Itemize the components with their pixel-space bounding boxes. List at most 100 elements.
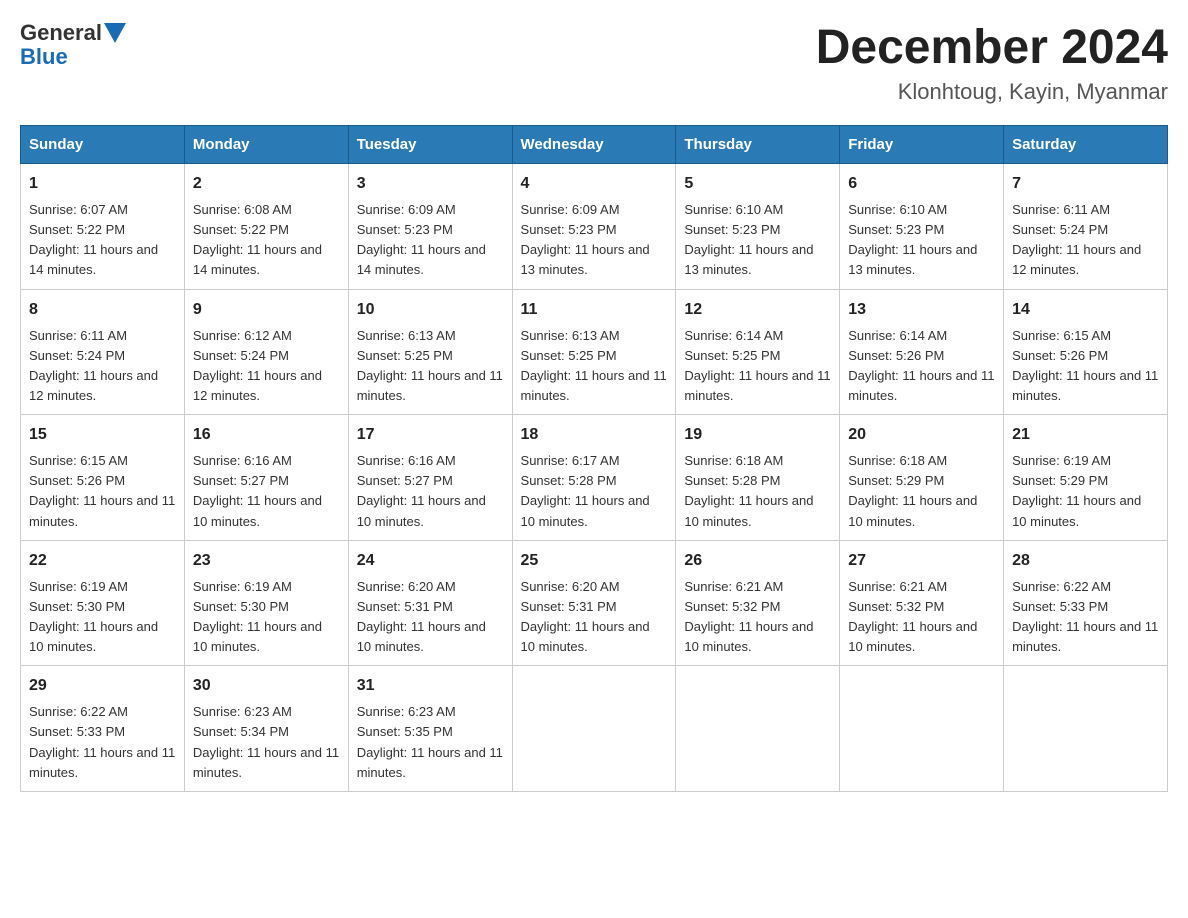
- day-number: 14: [1012, 298, 1159, 322]
- calendar-cell: 6 Sunrise: 6:10 AMSunset: 5:23 PMDayligh…: [840, 164, 1004, 290]
- day-number: 21: [1012, 423, 1159, 447]
- calendar-table: SundayMondayTuesdayWednesdayThursdayFrid…: [20, 125, 1168, 792]
- day-info: Sunrise: 6:23 AMSunset: 5:34 PMDaylight:…: [193, 704, 339, 779]
- calendar-cell: 24 Sunrise: 6:20 AMSunset: 5:31 PMDaylig…: [348, 540, 512, 666]
- day-number: 1: [29, 172, 176, 196]
- day-info: Sunrise: 6:18 AMSunset: 5:29 PMDaylight:…: [848, 453, 977, 528]
- calendar-cell: 31 Sunrise: 6:23 AMSunset: 5:35 PMDaylig…: [348, 666, 512, 792]
- day-number: 8: [29, 298, 176, 322]
- day-info: Sunrise: 6:22 AMSunset: 5:33 PMDaylight:…: [29, 704, 175, 779]
- calendar-cell: 13 Sunrise: 6:14 AMSunset: 5:26 PMDaylig…: [840, 289, 1004, 415]
- calendar-cell: 11 Sunrise: 6:13 AMSunset: 5:25 PMDaylig…: [512, 289, 676, 415]
- day-info: Sunrise: 6:11 AMSunset: 5:24 PMDaylight:…: [1012, 202, 1141, 277]
- day-info: Sunrise: 6:13 AMSunset: 5:25 PMDaylight:…: [357, 328, 503, 403]
- day-number: 10: [357, 298, 504, 322]
- calendar-cell: 16 Sunrise: 6:16 AMSunset: 5:27 PMDaylig…: [184, 415, 348, 541]
- header-saturday: Saturday: [1004, 126, 1168, 164]
- day-info: Sunrise: 6:19 AMSunset: 5:30 PMDaylight:…: [29, 579, 158, 654]
- calendar-header-row: SundayMondayTuesdayWednesdayThursdayFrid…: [21, 126, 1168, 164]
- day-info: Sunrise: 6:16 AMSunset: 5:27 PMDaylight:…: [193, 453, 322, 528]
- day-number: 20: [848, 423, 995, 447]
- day-number: 24: [357, 549, 504, 573]
- calendar-cell: [1004, 666, 1168, 792]
- day-info: Sunrise: 6:17 AMSunset: 5:28 PMDaylight:…: [521, 453, 650, 528]
- day-info: Sunrise: 6:10 AMSunset: 5:23 PMDaylight:…: [848, 202, 977, 277]
- day-number: 9: [193, 298, 340, 322]
- header-thursday: Thursday: [676, 126, 840, 164]
- calendar-cell: 20 Sunrise: 6:18 AMSunset: 5:29 PMDaylig…: [840, 415, 1004, 541]
- calendar-cell: 19 Sunrise: 6:18 AMSunset: 5:28 PMDaylig…: [676, 415, 840, 541]
- header-monday: Monday: [184, 126, 348, 164]
- calendar-cell: 29 Sunrise: 6:22 AMSunset: 5:33 PMDaylig…: [21, 666, 185, 792]
- calendar-cell: 18 Sunrise: 6:17 AMSunset: 5:28 PMDaylig…: [512, 415, 676, 541]
- calendar-cell: 7 Sunrise: 6:11 AMSunset: 5:24 PMDayligh…: [1004, 164, 1168, 290]
- location-title: Klonhtoug, Kayin, Myanmar: [816, 79, 1168, 105]
- day-info: Sunrise: 6:22 AMSunset: 5:33 PMDaylight:…: [1012, 579, 1158, 654]
- day-number: 29: [29, 674, 176, 698]
- day-number: 28: [1012, 549, 1159, 573]
- calendar-cell: 22 Sunrise: 6:19 AMSunset: 5:30 PMDaylig…: [21, 540, 185, 666]
- title-section: December 2024 Klonhtoug, Kayin, Myanmar: [816, 20, 1168, 105]
- logo: General Blue: [20, 20, 126, 70]
- day-number: 13: [848, 298, 995, 322]
- calendar-cell: 4 Sunrise: 6:09 AMSunset: 5:23 PMDayligh…: [512, 164, 676, 290]
- day-info: Sunrise: 6:20 AMSunset: 5:31 PMDaylight:…: [521, 579, 650, 654]
- day-info: Sunrise: 6:07 AMSunset: 5:22 PMDaylight:…: [29, 202, 158, 277]
- week-row-1: 1 Sunrise: 6:07 AMSunset: 5:22 PMDayligh…: [21, 164, 1168, 290]
- header-tuesday: Tuesday: [348, 126, 512, 164]
- logo-triangle-icon: [104, 23, 126, 43]
- day-number: 31: [357, 674, 504, 698]
- week-row-2: 8 Sunrise: 6:11 AMSunset: 5:24 PMDayligh…: [21, 289, 1168, 415]
- day-number: 3: [357, 172, 504, 196]
- day-info: Sunrise: 6:23 AMSunset: 5:35 PMDaylight:…: [357, 704, 503, 779]
- day-number: 12: [684, 298, 831, 322]
- calendar-cell: 10 Sunrise: 6:13 AMSunset: 5:25 PMDaylig…: [348, 289, 512, 415]
- calendar-cell: 25 Sunrise: 6:20 AMSunset: 5:31 PMDaylig…: [512, 540, 676, 666]
- header-wednesday: Wednesday: [512, 126, 676, 164]
- day-number: 4: [521, 172, 668, 196]
- calendar-cell: [840, 666, 1004, 792]
- day-info: Sunrise: 6:14 AMSunset: 5:26 PMDaylight:…: [848, 328, 994, 403]
- calendar-cell: 5 Sunrise: 6:10 AMSunset: 5:23 PMDayligh…: [676, 164, 840, 290]
- logo-blue: Blue: [20, 44, 68, 70]
- day-number: 15: [29, 423, 176, 447]
- day-info: Sunrise: 6:13 AMSunset: 5:25 PMDaylight:…: [521, 328, 667, 403]
- day-number: 22: [29, 549, 176, 573]
- calendar-cell: 2 Sunrise: 6:08 AMSunset: 5:22 PMDayligh…: [184, 164, 348, 290]
- day-info: Sunrise: 6:21 AMSunset: 5:32 PMDaylight:…: [848, 579, 977, 654]
- day-number: 27: [848, 549, 995, 573]
- day-info: Sunrise: 6:12 AMSunset: 5:24 PMDaylight:…: [193, 328, 322, 403]
- calendar-cell: 1 Sunrise: 6:07 AMSunset: 5:22 PMDayligh…: [21, 164, 185, 290]
- day-info: Sunrise: 6:15 AMSunset: 5:26 PMDaylight:…: [1012, 328, 1158, 403]
- day-info: Sunrise: 6:21 AMSunset: 5:32 PMDaylight:…: [684, 579, 813, 654]
- calendar-cell: 3 Sunrise: 6:09 AMSunset: 5:23 PMDayligh…: [348, 164, 512, 290]
- calendar-cell: 21 Sunrise: 6:19 AMSunset: 5:29 PMDaylig…: [1004, 415, 1168, 541]
- calendar-cell: 30 Sunrise: 6:23 AMSunset: 5:34 PMDaylig…: [184, 666, 348, 792]
- day-number: 7: [1012, 172, 1159, 196]
- calendar-cell: 17 Sunrise: 6:16 AMSunset: 5:27 PMDaylig…: [348, 415, 512, 541]
- day-info: Sunrise: 6:19 AMSunset: 5:29 PMDaylight:…: [1012, 453, 1141, 528]
- day-info: Sunrise: 6:08 AMSunset: 5:22 PMDaylight:…: [193, 202, 322, 277]
- calendar-cell: [512, 666, 676, 792]
- day-info: Sunrise: 6:20 AMSunset: 5:31 PMDaylight:…: [357, 579, 486, 654]
- day-number: 5: [684, 172, 831, 196]
- day-info: Sunrise: 6:19 AMSunset: 5:30 PMDaylight:…: [193, 579, 322, 654]
- calendar-cell: 28 Sunrise: 6:22 AMSunset: 5:33 PMDaylig…: [1004, 540, 1168, 666]
- day-info: Sunrise: 6:09 AMSunset: 5:23 PMDaylight:…: [521, 202, 650, 277]
- month-title: December 2024: [816, 20, 1168, 75]
- header-sunday: Sunday: [21, 126, 185, 164]
- day-number: 18: [521, 423, 668, 447]
- day-number: 6: [848, 172, 995, 196]
- day-info: Sunrise: 6:18 AMSunset: 5:28 PMDaylight:…: [684, 453, 813, 528]
- calendar-cell: 23 Sunrise: 6:19 AMSunset: 5:30 PMDaylig…: [184, 540, 348, 666]
- header-friday: Friday: [840, 126, 1004, 164]
- day-number: 16: [193, 423, 340, 447]
- calendar-cell: [676, 666, 840, 792]
- day-info: Sunrise: 6:11 AMSunset: 5:24 PMDaylight:…: [29, 328, 158, 403]
- day-number: 25: [521, 549, 668, 573]
- week-row-5: 29 Sunrise: 6:22 AMSunset: 5:33 PMDaylig…: [21, 666, 1168, 792]
- day-number: 19: [684, 423, 831, 447]
- day-info: Sunrise: 6:10 AMSunset: 5:23 PMDaylight:…: [684, 202, 813, 277]
- calendar-cell: 15 Sunrise: 6:15 AMSunset: 5:26 PMDaylig…: [21, 415, 185, 541]
- calendar-cell: 14 Sunrise: 6:15 AMSunset: 5:26 PMDaylig…: [1004, 289, 1168, 415]
